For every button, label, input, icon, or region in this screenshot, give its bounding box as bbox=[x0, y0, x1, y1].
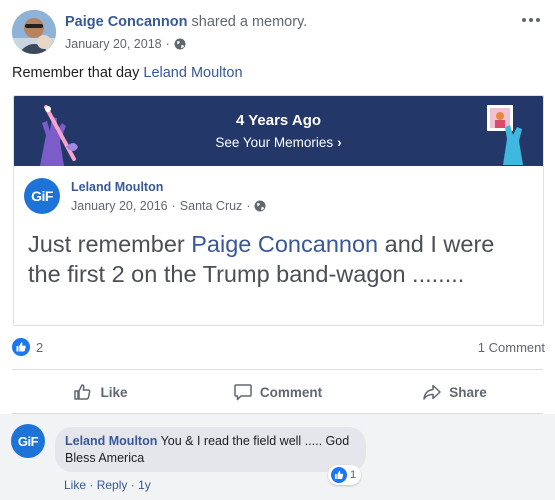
shared-text-part1: Just remember bbox=[28, 231, 192, 257]
comment-bubble: Leland Moulton You & I read the field we… bbox=[55, 427, 366, 472]
shared-post[interactable]: GiF Leland Moulton January 20, 2016 · Sa… bbox=[14, 166, 543, 325]
comment-dot: · bbox=[130, 478, 135, 492]
comment-like-link[interactable]: Like bbox=[64, 478, 86, 492]
tagged-user-link[interactable]: Leland Moulton bbox=[143, 65, 242, 81]
memory-card: 4 Years Ago See Your Memories › GiF Lelan… bbox=[13, 95, 544, 326]
reaction-stats: 2 1 Comment bbox=[12, 338, 545, 358]
post-header: Paige Concannon shared a memory. January… bbox=[12, 10, 543, 56]
post-action-text: shared a memory. bbox=[191, 14, 308, 30]
like-button-label: Like bbox=[100, 384, 128, 400]
post-date[interactable]: January 20, 2018 bbox=[65, 37, 162, 51]
globe-icon bbox=[254, 200, 266, 212]
meta-separator: · bbox=[246, 199, 251, 213]
photo-frame-hand-icon bbox=[487, 105, 523, 165]
balloon-hand-icon bbox=[40, 105, 78, 166]
comment-actions: Like · Reply · 1y bbox=[64, 478, 151, 492]
post-text-prefix: Remember that day bbox=[12, 65, 140, 81]
shared-post-text: Just remember Paige Concannon and I were… bbox=[28, 229, 528, 289]
like-count[interactable]: 2 bbox=[12, 338, 43, 356]
like-count-value: 2 bbox=[36, 339, 44, 355]
post-actions: Like Comment Share bbox=[12, 372, 543, 412]
share-button-label: Share bbox=[449, 384, 487, 400]
share-arrow-icon bbox=[423, 384, 441, 400]
meta-separator: · bbox=[165, 37, 170, 51]
comment-reaction-count[interactable]: 1 bbox=[328, 465, 362, 485]
shared-author-name[interactable]: Leland Moulton bbox=[71, 180, 163, 194]
thumbs-up-icon bbox=[74, 384, 91, 400]
author-name[interactable]: Paige Concannon bbox=[65, 14, 187, 30]
commenter-name[interactable]: Leland Moulton bbox=[65, 434, 157, 448]
author-line: Paige Concannon shared a memory. bbox=[65, 14, 307, 30]
memory-title: 4 Years Ago bbox=[235, 112, 322, 129]
commenter-avatar[interactable]: GiF bbox=[11, 424, 45, 458]
comments-section: GiF Leland Moulton You & I read the fiel… bbox=[0, 414, 555, 500]
comment-count[interactable]: 1 Comment bbox=[478, 340, 545, 355]
comment-button[interactable]: Comment bbox=[189, 372, 366, 412]
shared-author-avatar[interactable]: GiF bbox=[24, 178, 60, 214]
shared-tagged-user-link[interactable]: Paige Concannon bbox=[191, 231, 378, 257]
comment-reply-link[interactable]: Reply bbox=[97, 478, 128, 492]
comment-dot: · bbox=[89, 478, 94, 492]
shared-post-date[interactable]: January 20, 2016 bbox=[71, 199, 168, 213]
divider bbox=[12, 369, 543, 370]
more-options-icon[interactable] bbox=[519, 12, 543, 28]
shared-post-location[interactable]: Santa Cruz bbox=[180, 199, 243, 213]
meta-separator: · bbox=[171, 199, 176, 213]
see-memories-label: See Your Memories bbox=[215, 135, 334, 150]
post-meta: January 20, 2018 · bbox=[65, 37, 186, 51]
share-button[interactable]: Share bbox=[366, 372, 543, 412]
like-reaction-icon bbox=[12, 338, 30, 356]
chevron-right-icon: › bbox=[337, 135, 342, 150]
comment-reaction-value: 1 bbox=[350, 469, 357, 481]
globe-icon bbox=[174, 38, 186, 50]
memory-banner: 4 Years Ago See Your Memories › bbox=[14, 96, 543, 166]
author-avatar[interactable] bbox=[12, 10, 56, 54]
like-reaction-icon bbox=[331, 467, 347, 483]
comment-bubble-icon bbox=[234, 384, 252, 401]
shared-post-meta: January 20, 2016 · Santa Cruz · bbox=[71, 199, 266, 213]
like-button[interactable]: Like bbox=[12, 372, 189, 412]
comment-button-label: Comment bbox=[259, 384, 323, 400]
see-memories-link[interactable]: See Your Memories › bbox=[14, 135, 543, 150]
comment-age[interactable]: 1y bbox=[138, 478, 151, 492]
post-text: Remember that day Leland Moulton bbox=[12, 65, 243, 81]
